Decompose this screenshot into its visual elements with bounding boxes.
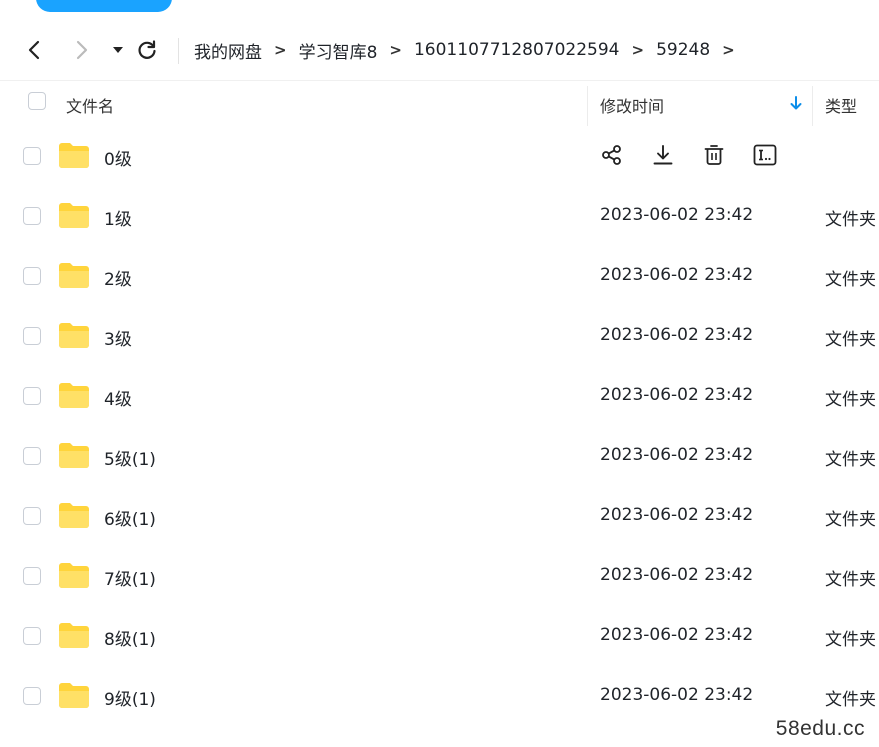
breadcrumb-item[interactable]: 学习智库8 [299, 38, 378, 63]
column-divider [587, 86, 588, 126]
file-name[interactable]: 4级 [104, 385, 132, 410]
breadcrumb-item-current[interactable]: 59248 [656, 40, 710, 60]
folder-icon [58, 202, 90, 233]
folder-icon [58, 382, 90, 413]
file-modified-time: 2023-06-02 23:42 [600, 205, 754, 225]
select-all-checkbox[interactable] [28, 92, 46, 110]
file-type: 文件夹 [825, 510, 876, 530]
file-row[interactable]: 9级(1) 2023-06-02 23:42 文件夹 [0, 666, 879, 726]
row-action-bar [598, 141, 802, 169]
row-checkbox[interactable] [23, 327, 41, 345]
column-header-type[interactable]: 类型 [825, 93, 857, 117]
sort-descending-icon[interactable] [789, 95, 803, 111]
file-type: 文件夹 [825, 330, 876, 350]
file-name[interactable]: 9级(1) [104, 685, 156, 710]
back-button[interactable] [22, 36, 46, 64]
file-modified-time: 2023-06-02 23:42 [600, 445, 754, 465]
breadcrumb: 我的网盘 > 学习智库8 > 1601107712807022594 > 592… [194, 36, 747, 64]
forward-button[interactable] [70, 36, 94, 64]
file-row[interactable]: 4级 2023-06-02 23:42 文件夹 [0, 366, 879, 426]
breadcrumb-item-root[interactable]: 我的网盘 [194, 38, 262, 63]
file-row[interactable]: 5级(1) 2023-06-02 23:42 文件夹 [0, 426, 879, 486]
file-row[interactable]: 7级(1) 2023-06-02 23:42 文件夹 [0, 546, 879, 606]
file-row[interactable]: 0级 [0, 126, 879, 186]
history-dropdown-button[interactable] [106, 36, 130, 64]
breadcrumb-separator: > [274, 41, 287, 59]
folder-icon [58, 682, 90, 713]
row-checkbox[interactable] [23, 687, 41, 705]
toolbar-divider [178, 38, 179, 64]
folder-icon [58, 502, 90, 533]
refresh-icon [138, 40, 156, 59]
row-checkbox[interactable] [23, 267, 41, 285]
delete-button[interactable] [700, 141, 728, 169]
file-name[interactable]: 5级(1) [104, 445, 156, 470]
file-modified-time: 2023-06-02 23:42 [600, 565, 754, 585]
folder-icon [58, 562, 90, 593]
column-header-name[interactable]: 文件名 [66, 93, 114, 117]
row-checkbox[interactable] [23, 507, 41, 525]
row-checkbox[interactable] [23, 387, 41, 405]
folder-icon [58, 322, 90, 353]
file-list-header: 文件名 修改时间 类型 [0, 80, 879, 128]
file-modified-time: 2023-06-02 23:42 [600, 385, 754, 405]
file-row[interactable]: 6级(1) 2023-06-02 23:42 文件夹 [0, 486, 879, 546]
column-header-modified[interactable]: 修改时间 [600, 93, 664, 117]
file-name[interactable]: 8级(1) [104, 625, 156, 650]
file-modified-time: 2023-06-02 23:42 [600, 325, 754, 345]
file-name[interactable]: 2级 [104, 265, 132, 290]
file-modified-time: 2023-06-02 23:42 [600, 505, 754, 525]
folder-icon [58, 442, 90, 473]
file-row[interactable]: 3级 2023-06-02 23:42 文件夹 [0, 306, 879, 366]
file-name[interactable]: 3级 [104, 325, 132, 350]
refresh-button[interactable] [135, 36, 159, 64]
share-icon [602, 145, 621, 165]
folder-icon [58, 142, 90, 173]
file-row[interactable]: 2级 2023-06-02 23:42 文件夹 [0, 246, 879, 306]
file-type: 文件夹 [825, 210, 876, 230]
toolbar: 我的网盘 > 学习智库8 > 1601107712807022594 > 592… [0, 22, 879, 81]
breadcrumb-separator: > [631, 41, 645, 59]
delete-icon [704, 145, 724, 165]
row-checkbox[interactable] [23, 207, 41, 225]
column-divider [812, 86, 813, 126]
row-checkbox[interactable] [23, 627, 41, 645]
file-row[interactable]: 8级(1) 2023-06-02 23:42 文件夹 [0, 606, 879, 666]
download-button[interactable] [649, 141, 677, 169]
row-checkbox[interactable] [23, 147, 41, 165]
row-checkbox[interactable] [23, 447, 41, 465]
share-button[interactable] [598, 141, 626, 169]
rename-icon [753, 144, 777, 166]
file-type: 文件夹 [825, 690, 876, 710]
upload-button[interactable] [36, 0, 172, 12]
file-row[interactable]: 1级 2023-06-02 23:42 文件夹 [0, 186, 879, 246]
file-modified-time: 2023-06-02 23:42 [600, 685, 754, 705]
folder-icon [58, 622, 90, 653]
file-type: 文件夹 [825, 570, 876, 590]
file-name[interactable]: 6级(1) [104, 505, 156, 530]
breadcrumb-separator: > [722, 41, 735, 59]
breadcrumb-separator: > [389, 41, 402, 59]
watermark: 58edu.cc [775, 717, 865, 740]
caret-down-icon [113, 47, 123, 53]
chevron-right-icon [76, 40, 88, 60]
file-type: 文件夹 [825, 450, 876, 470]
file-name[interactable]: 0级 [104, 145, 132, 170]
file-name[interactable]: 7级(1) [104, 565, 156, 590]
chevron-left-icon [28, 40, 40, 60]
download-icon [653, 145, 673, 165]
file-modified-time: 2023-06-02 23:42 [600, 625, 754, 645]
rename-button[interactable] [751, 141, 779, 169]
file-type: 文件夹 [825, 390, 876, 410]
row-checkbox[interactable] [23, 567, 41, 585]
file-name[interactable]: 1级 [104, 205, 132, 230]
file-type: 文件夹 [825, 270, 876, 290]
file-type: 文件夹 [825, 630, 876, 650]
breadcrumb-item[interactable]: 1601107712807022594 [414, 40, 620, 60]
file-modified-time: 2023-06-02 23:42 [600, 265, 754, 285]
folder-icon [58, 262, 90, 293]
